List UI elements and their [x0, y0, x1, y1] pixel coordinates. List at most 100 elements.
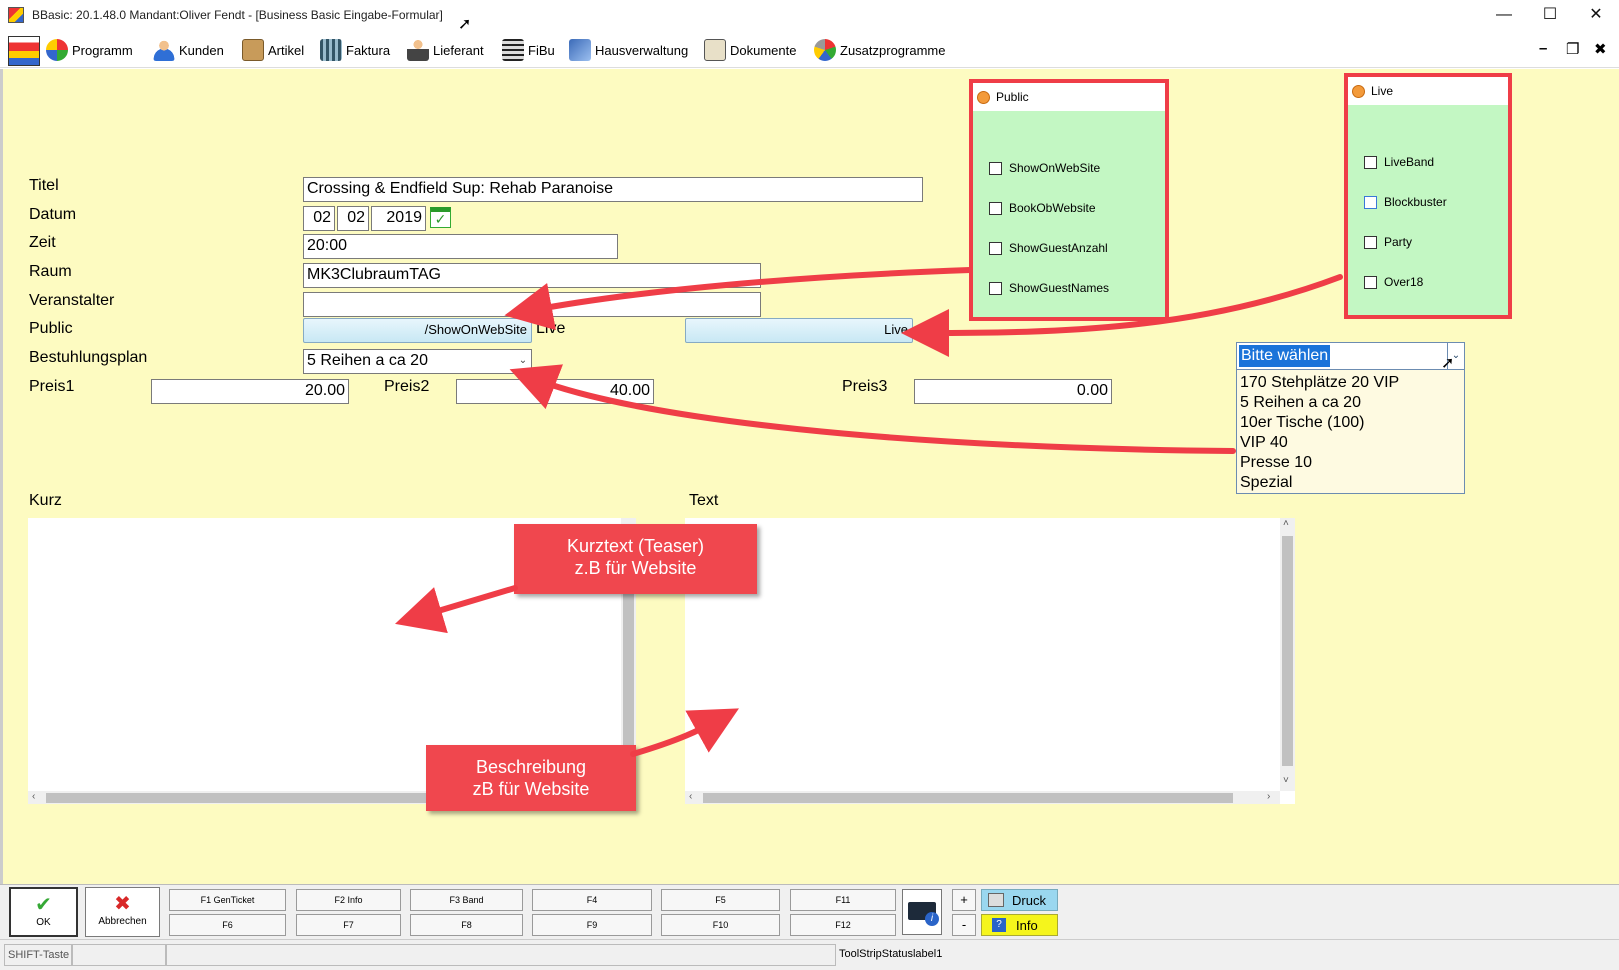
- mdi-close-button[interactable]: ✖: [1594, 40, 1607, 58]
- scroll-left-icon: ‹: [32, 791, 36, 802]
- window-title: BBasic: 20.1.48.0 Mandant:Oliver Fendt -…: [32, 8, 443, 22]
- preis1-input[interactable]: 20.00: [151, 379, 349, 404]
- dropdown-option[interactable]: 170 Stehplätze 20 VIP: [1240, 373, 1399, 393]
- menu-lieferant[interactable]: Lieferant: [407, 38, 484, 62]
- plus-button[interactable]: +: [952, 889, 976, 911]
- close-button[interactable]: ✕: [1573, 0, 1619, 32]
- f11-button[interactable]: F11: [790, 889, 896, 911]
- chevron-down-icon: ⌄: [518, 355, 528, 366]
- cancel-x-icon: ✖: [114, 893, 131, 915]
- scroll-left-icon: ‹: [689, 791, 693, 802]
- datum-day-input[interactable]: 02: [303, 206, 335, 231]
- delivery-person-icon: [407, 39, 429, 61]
- checkbox-showonwebsite[interactable]: ShowOnWebSite: [989, 161, 1100, 175]
- preis1-label: Preis1: [29, 378, 75, 395]
- menu-faktura[interactable]: Faktura: [320, 38, 390, 62]
- titel-input[interactable]: Crossing & Endfield Sup: Rehab Paranoise: [303, 177, 923, 202]
- calendar-check-icon[interactable]: ✓: [430, 207, 451, 228]
- mdi-app-icon[interactable]: [8, 36, 40, 66]
- dropdown-option[interactable]: 5 Reihen a ca 20: [1240, 393, 1361, 413]
- dropdown-option[interactable]: VIP 40: [1240, 433, 1288, 453]
- live-label: Live: [536, 320, 566, 337]
- help-icon: ?: [992, 918, 1006, 932]
- panel-app-icon: [977, 90, 990, 104]
- f12-button[interactable]: F12: [790, 914, 896, 936]
- raum-input[interactable]: MK3ClubraumTAG: [303, 263, 761, 288]
- box-icon: [242, 39, 264, 61]
- checkbox-party[interactable]: Party: [1364, 235, 1412, 249]
- druck-button[interactable]: Druck: [981, 889, 1058, 911]
- dropdown-header[interactable]: Bitte wählen ⌄: [1237, 343, 1464, 370]
- menu-artikel[interactable]: Artikel: [242, 38, 304, 62]
- checkbox-blockbuster[interactable]: Blockbuster: [1364, 195, 1447, 209]
- bestuhlung-value: 5 Reihen a ca 20: [307, 352, 428, 369]
- scroll-right-icon: ›: [1267, 791, 1271, 802]
- checkbox-over18[interactable]: Over18: [1364, 275, 1423, 289]
- f1-button[interactable]: F1 GenTicket: [169, 889, 286, 911]
- f5-button[interactable]: F5: [661, 889, 780, 911]
- f6-button[interactable]: F6: [169, 914, 286, 936]
- f2-button[interactable]: F2 Info: [296, 889, 401, 911]
- menu-dokumente[interactable]: Dokumente: [704, 38, 796, 62]
- gear-icon: [814, 39, 836, 61]
- f8-button[interactable]: F8: [410, 914, 523, 936]
- dropdown-option[interactable]: Presse 10: [1240, 453, 1312, 473]
- bestuhlung-select[interactable]: 5 Reihen a ca 20 ⌄: [303, 349, 532, 374]
- bestuhlung-dropdown-list[interactable]: Bitte wählen ⌄ ➚ 170 Stehplätze 20 VIP 5…: [1236, 342, 1465, 494]
- callout-beschreibung: Beschreibung zB für Website: [426, 745, 636, 811]
- checkbox-showguestnames[interactable]: ShowGuestNames: [989, 281, 1109, 295]
- minus-button[interactable]: -: [952, 914, 976, 936]
- f7-button[interactable]: F7: [296, 914, 401, 936]
- calculator-icon: [502, 39, 524, 61]
- datum-month-input[interactable]: 02: [337, 206, 369, 231]
- status-segment-empty: [166, 944, 836, 966]
- titel-label: Titel: [29, 177, 59, 194]
- scroll-down-icon: ˅: [1283, 775, 1289, 786]
- veranstalter-label: Veranstalter: [29, 292, 115, 309]
- dropdown-selected[interactable]: Bitte wählen: [1239, 345, 1331, 367]
- cursor-icon: ➚: [458, 16, 472, 33]
- preis2-input[interactable]: 40.00: [456, 379, 654, 404]
- f4-button[interactable]: F4: [532, 889, 652, 911]
- house-icon: [569, 39, 591, 61]
- public-selector-button[interactable]: /ShowOnWebSite: [303, 318, 532, 343]
- menu-fibu[interactable]: FiBu: [502, 38, 555, 62]
- document-icon: [704, 39, 726, 61]
- text-vertical-scrollbar[interactable]: ˄ ˅: [1280, 518, 1295, 791]
- checkbox-liveband[interactable]: LiveBand: [1364, 155, 1434, 169]
- mdi-restore-button[interactable]: ❐: [1566, 40, 1579, 58]
- menu-bar: Programm Kunden Artikel Faktura Lieferan…: [0, 32, 1619, 68]
- menu-programm[interactable]: Programm: [46, 38, 133, 62]
- text-textarea[interactable]: ˄ ˅ ‹ ›: [685, 518, 1295, 804]
- checkbox-bookobwebsite[interactable]: BookObWebsite: [989, 201, 1096, 215]
- menu-hausverwaltung[interactable]: Hausverwaltung: [569, 38, 688, 62]
- info-button[interactable]: ? Info: [981, 914, 1058, 936]
- zeit-input[interactable]: 20:00: [303, 234, 618, 259]
- minimize-button[interactable]: —: [1481, 0, 1527, 32]
- f10-button[interactable]: F10: [661, 914, 780, 936]
- app-icon: [8, 7, 24, 23]
- f3-button[interactable]: F3 Band: [410, 889, 523, 911]
- f9-button[interactable]: F9: [532, 914, 652, 936]
- datum-label: Datum: [29, 206, 77, 223]
- datum-year-input[interactable]: 2019: [371, 206, 426, 231]
- preis2-label: Preis2: [384, 378, 430, 395]
- checkbox-showguestanzahl[interactable]: ShowGuestAnzahl: [989, 241, 1108, 255]
- programm-icon: [46, 39, 68, 61]
- public-panel-header: Public: [973, 83, 1165, 111]
- menu-kunden[interactable]: Kunden: [153, 38, 224, 62]
- text-horizontal-scrollbar[interactable]: ‹ ›: [685, 791, 1280, 804]
- menu-zusatzprogramme[interactable]: Zusatzprogramme: [814, 38, 945, 62]
- dropdown-option[interactable]: 10er Tische (100): [1240, 413, 1365, 433]
- preis3-input[interactable]: 0.00: [914, 379, 1112, 404]
- device-info-button[interactable]: i: [902, 889, 942, 935]
- dropdown-option[interactable]: Spezial: [1240, 473, 1292, 493]
- veranstalter-input[interactable]: [303, 292, 761, 317]
- abbrechen-button[interactable]: ✖ Abbrechen: [85, 887, 160, 937]
- mdi-minimize-button[interactable]: –: [1539, 40, 1547, 57]
- mouse-pointer-icon: ➚: [1441, 355, 1455, 372]
- live-selector-button[interactable]: Live: [685, 318, 913, 343]
- ok-button[interactable]: ✔ OK: [9, 887, 78, 937]
- maximize-button[interactable]: ☐: [1527, 0, 1573, 32]
- title-bar: BBasic: 20.1.48.0 Mandant:Oliver Fendt -…: [0, 0, 1619, 33]
